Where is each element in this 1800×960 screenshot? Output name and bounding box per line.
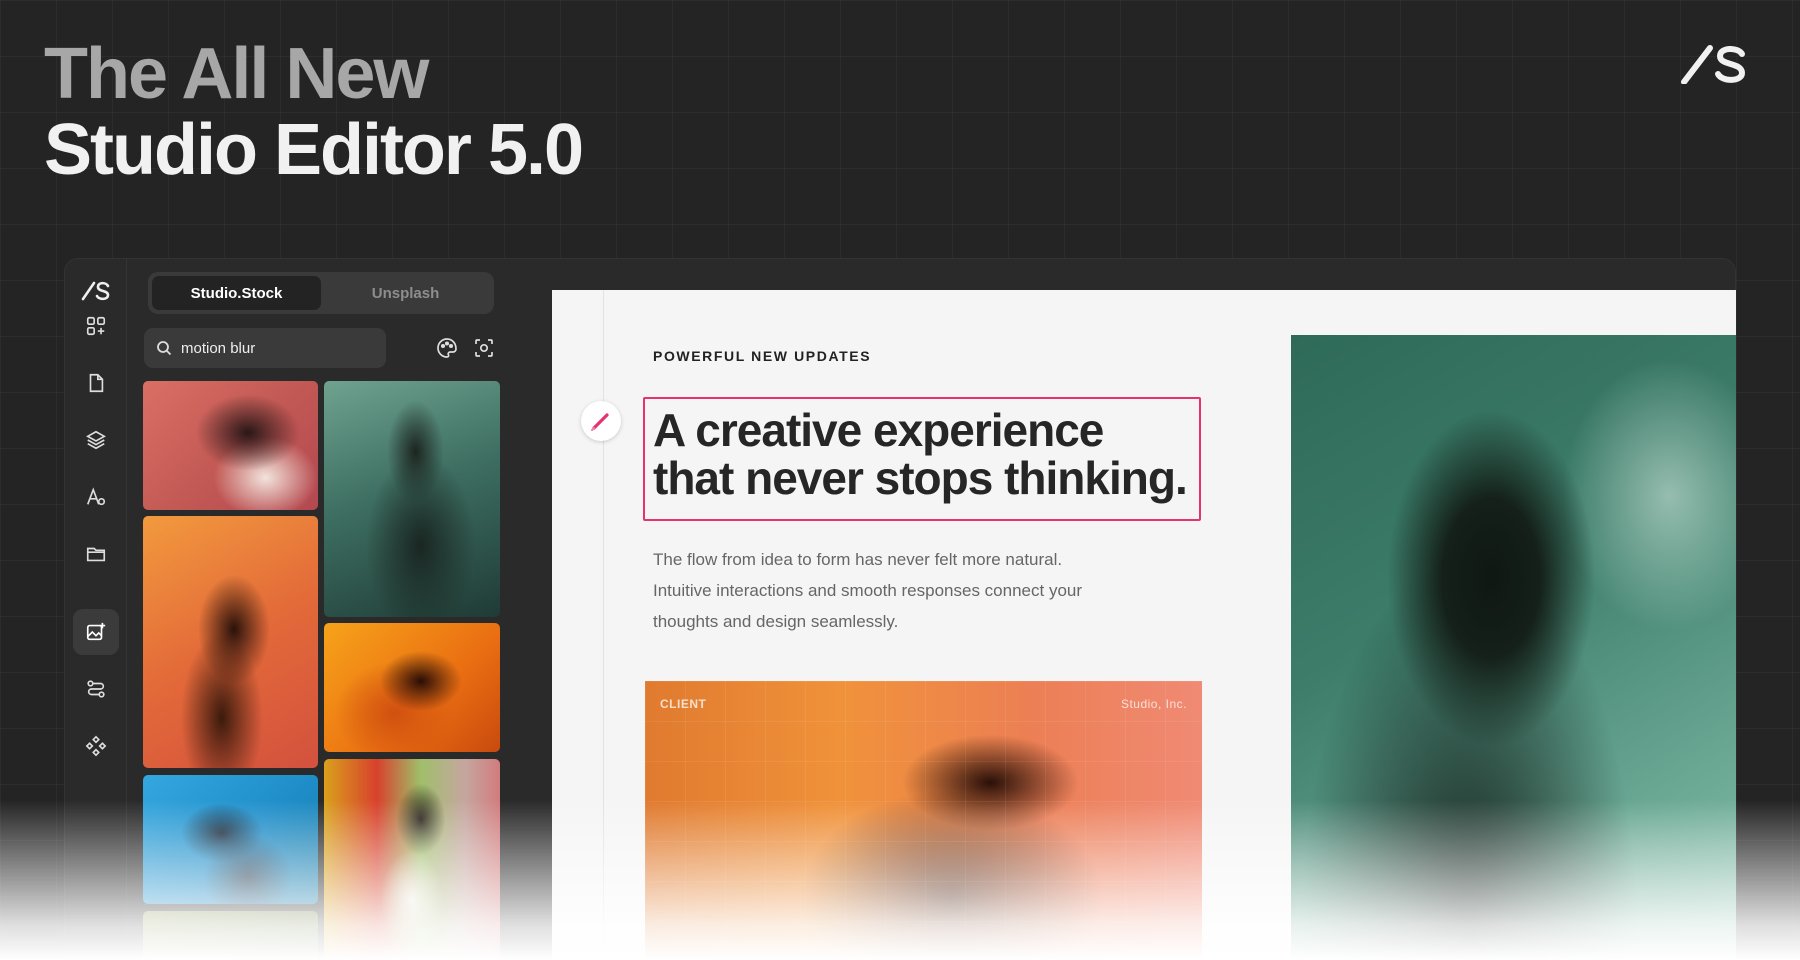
- blur-woman-rainbow[interactable]: [324, 759, 500, 960]
- components-icon[interactable]: [73, 723, 119, 769]
- blur-figure-olive[interactable]: [143, 911, 318, 960]
- hero-title-line-2: Studio Editor 5.0: [44, 110, 584, 190]
- palette-icon[interactable]: [436, 337, 458, 359]
- blur-runner-orange[interactable]: [143, 516, 318, 768]
- page-icon[interactable]: [73, 360, 119, 406]
- left-toolbar: [65, 259, 127, 960]
- pen-glyph-icon: [591, 413, 609, 431]
- visual-search-icon[interactable]: [473, 337, 495, 359]
- rail-logo-icon[interactable]: [81, 281, 111, 301]
- card-client-name: Studio, Inc.: [1120, 697, 1187, 711]
- portrait-image[interactable]: [1291, 335, 1736, 960]
- search-icon: [157, 341, 172, 356]
- hero-title-line-1: The All New: [44, 34, 429, 114]
- blur-woman-pink[interactable]: [143, 381, 318, 510]
- headline-text[interactable]: A creative experience that never stops t…: [653, 406, 1193, 502]
- blur-figure-green[interactable]: [324, 381, 500, 617]
- layers-icon[interactable]: [73, 417, 119, 463]
- card-client-label: CLIENT: [660, 697, 707, 711]
- add-image-icon[interactable]: [73, 609, 119, 655]
- flow-icon[interactable]: [73, 666, 119, 712]
- body-text[interactable]: The flow from idea to form has never fel…: [653, 544, 1093, 637]
- search-input[interactable]: [181, 339, 361, 357]
- card-grid-overlay: [645, 681, 1202, 960]
- brand-logo: [1681, 45, 1746, 84]
- tab-studio-stock[interactable]: Studio.Stock: [152, 276, 321, 310]
- client-image-card[interactable]: CLIENT Studio, Inc.: [645, 681, 1202, 960]
- blur-woman-amber[interactable]: [324, 623, 500, 752]
- search-field[interactable]: [144, 328, 386, 368]
- tab-unsplash[interactable]: Unsplash: [321, 276, 490, 310]
- source-tabs: Studio.Stock Unsplash: [148, 272, 494, 314]
- blur-man-blue[interactable]: [143, 775, 318, 904]
- pen-icon[interactable]: [581, 401, 621, 441]
- typography-icon[interactable]: [73, 474, 119, 520]
- margin-guide: [603, 290, 604, 960]
- folder-icon[interactable]: [73, 531, 119, 577]
- hero-title: The All New Studio Editor 5.0: [44, 34, 584, 190]
- apps-grid-icon[interactable]: [73, 303, 119, 349]
- eyebrow-text[interactable]: POWERFUL NEW UPDATES: [653, 348, 871, 364]
